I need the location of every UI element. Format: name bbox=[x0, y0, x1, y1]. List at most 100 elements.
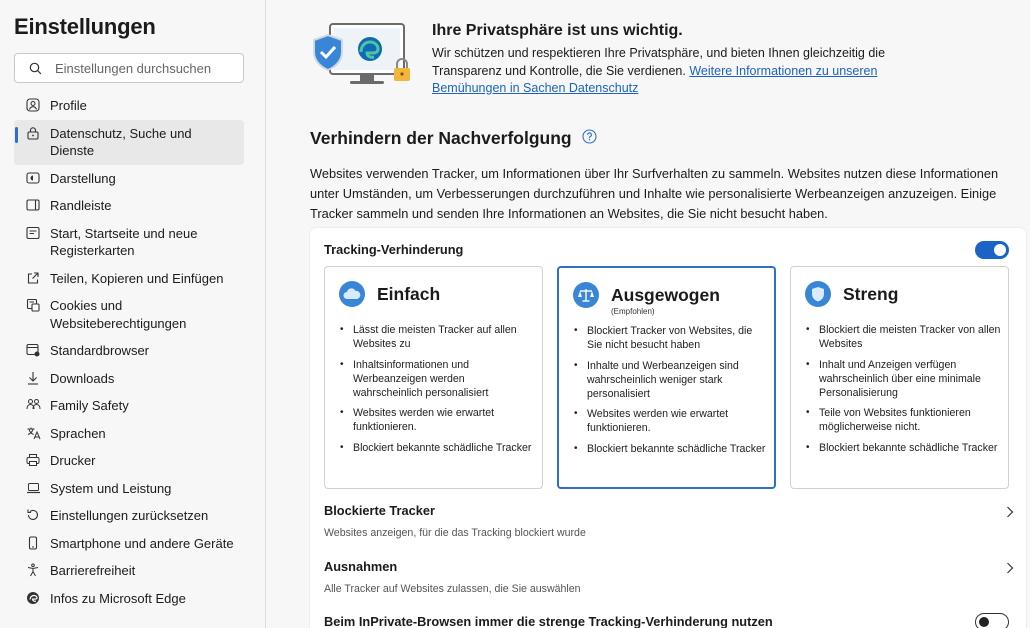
tracking-prevention-toggle[interactable] bbox=[975, 241, 1009, 259]
settings-main: Ihre Privatsphäre ist uns wichtig. Wir s… bbox=[266, 0, 1030, 628]
sidebar-item-label: Drucker bbox=[50, 453, 96, 468]
sidebar-item-default-browser[interactable]: Standardbrowser bbox=[14, 337, 244, 365]
scale-icon bbox=[573, 282, 599, 308]
row-description: Websites anzeigen, für die das Tracking … bbox=[324, 527, 586, 539]
tracking-title-text: Verhindern der Nachverfolgung bbox=[310, 128, 572, 148]
sidebar-item-label: Smartphone und andere Geräte bbox=[50, 535, 234, 551]
help-icon[interactable] bbox=[582, 128, 597, 149]
card-bullet: Blockiert Tracker von Websites, die Sie … bbox=[573, 324, 769, 352]
sidebar-item-label: Infos zu Microsoft Edge bbox=[50, 590, 186, 606]
settings-search-input[interactable] bbox=[55, 60, 235, 76]
card-title: Streng bbox=[843, 283, 899, 304]
row-title: Ausnahmen bbox=[324, 559, 398, 574]
lock-icon bbox=[24, 124, 42, 142]
share-icon bbox=[24, 269, 42, 287]
tracking-card-basic[interactable]: Einfach Lässt die meisten Tracker auf al… bbox=[324, 266, 543, 489]
accessibility-icon bbox=[24, 561, 42, 579]
settings-search-box[interactable] bbox=[14, 53, 244, 83]
sidebar-item-phone[interactable]: Smartphone und andere Geräte bbox=[14, 530, 244, 558]
card-header: Ausgewogen bbox=[573, 282, 720, 308]
home-icon bbox=[24, 224, 42, 242]
card-title: Einfach bbox=[377, 283, 441, 304]
exceptions-row[interactable]: Ausnahmen Alle Tracker auf Websites zula… bbox=[324, 559, 1014, 595]
card-bullet: Inhalte und Werbeanzeigen sind wahrschei… bbox=[573, 359, 769, 401]
sidebar-item-family[interactable]: Family Safety bbox=[14, 392, 244, 420]
appearance-icon bbox=[24, 169, 42, 187]
sidebar-item-label: Teilen, Kopieren und Einfügen bbox=[50, 270, 224, 286]
shield-icon bbox=[805, 281, 831, 307]
tracking-panel: Tracking-Verhinderung Einfach Lässt die … bbox=[310, 228, 1026, 628]
settings-nav: Profile Datenschutz, Suche und Dienste D… bbox=[14, 92, 244, 612]
sidebar-item-label: Datenschutz, Suche und Dienste bbox=[50, 125, 192, 159]
sidebar-item-share[interactable]: Teilen, Kopieren und Einfügen bbox=[14, 265, 244, 293]
sidebar-item-label: Standardbrowser bbox=[50, 343, 149, 358]
card-header: Einfach bbox=[339, 281, 440, 307]
card-bullet: Lässt die meisten Tracker auf allen Webs… bbox=[339, 323, 535, 351]
card-bullet: Blockiert bekannte schädliche Tracker bbox=[573, 442, 769, 456]
sidebar-item-cookies[interactable]: Cookies und Websiteberechtigungen bbox=[14, 292, 244, 337]
sidebar-item-profile[interactable]: Profile bbox=[14, 92, 244, 120]
sidebar-item-label: Downloads bbox=[50, 370, 115, 386]
sidebar-item-downloads[interactable]: Downloads bbox=[14, 365, 244, 393]
sidebar-item-appearance[interactable]: Darstellung bbox=[14, 165, 244, 193]
sidebar-item-label: Cookies und Websiteberechtigungen bbox=[50, 298, 187, 331]
row-title: Blockierte Tracker bbox=[324, 503, 435, 518]
sidebar-title: Einstellungen bbox=[14, 14, 156, 39]
sidebar-item-privacy[interactable]: Datenschutz, Suche und Dienste bbox=[14, 119, 244, 165]
sidebar-item-printer[interactable]: Drucker bbox=[14, 447, 244, 475]
card-bullet: Teile von Websites funktionieren möglich… bbox=[805, 406, 1001, 434]
sidebar-item-languages[interactable]: Sprachen bbox=[14, 420, 244, 448]
tracking-card-balanced[interactable]: Ausgewogen (Empfohlen) Blockiert Tracker… bbox=[557, 266, 776, 489]
card-bullet: Websites werden wie erwartet funktionier… bbox=[573, 407, 769, 435]
chevron-right-icon bbox=[1006, 561, 1014, 579]
sidebar-panel-icon bbox=[24, 196, 42, 214]
download-icon bbox=[24, 369, 42, 387]
tracking-description: Websites verwenden Tracker, um Informati… bbox=[310, 166, 999, 221]
card-bullet: Websites werden wie erwartet funktionier… bbox=[339, 406, 535, 434]
privacy-illustration bbox=[310, 22, 416, 93]
sidebar-item-label: Einstellungen zurücksetzen bbox=[50, 508, 209, 523]
sidebar-item-label: System und Leistung bbox=[50, 480, 172, 496]
tracking-card-strict[interactable]: Streng Blockiert die meisten Tracker von… bbox=[790, 266, 1009, 489]
card-bullet: Inhalt und Anzeigen verfügen wahrscheinl… bbox=[805, 358, 1001, 400]
card-bullet: Blockiert die meisten Tracker von allen … bbox=[805, 323, 1001, 351]
search-icon bbox=[15, 62, 55, 75]
tracking-section-title: Verhindern der Nachverfolgung bbox=[310, 128, 597, 149]
laptop-icon bbox=[24, 479, 42, 497]
sidebar-item-label: Family Safety bbox=[50, 398, 129, 413]
profile-icon bbox=[24, 96, 42, 114]
sidebar-item-label: Profile bbox=[50, 98, 87, 113]
sidebar-item-start[interactable]: Start, Startseite und neue Registerkarte… bbox=[14, 220, 244, 265]
sidebar-item-accessibility[interactable]: Barrierefreiheit bbox=[14, 557, 244, 585]
card-bullet: Inhaltsinformationen und Werbeanzeigen w… bbox=[339, 358, 535, 400]
card-bullet: Blockiert bekannte schädliche Tracker bbox=[805, 441, 1001, 455]
chevron-right-icon bbox=[1006, 505, 1014, 523]
card-header: Streng bbox=[805, 281, 898, 307]
privacy-intro: Wir schützen und respektieren Ihre Priva… bbox=[432, 45, 912, 98]
card-bullets: Lässt die meisten Tracker auf allen Webs… bbox=[339, 323, 535, 461]
sidebar-item-label: Darstellung bbox=[50, 170, 116, 186]
sidebar-item-label: Barrierefreiheit bbox=[50, 563, 136, 578]
card-bullet: Blockiert bekannte schädliche Tracker bbox=[339, 441, 535, 455]
blocked-trackers-row[interactable]: Blockierte Tracker Websites anzeigen, fü… bbox=[324, 503, 1014, 539]
sidebar-item-reset[interactable]: Einstellungen zurücksetzen bbox=[14, 502, 244, 530]
sidebar-item-sidebar[interactable]: Randleiste bbox=[14, 192, 244, 220]
inprivate-strict-row: Beim InPrivate-Browsen immer die strenge… bbox=[324, 614, 1014, 628]
recommended-label: (Empfohlen) bbox=[611, 307, 655, 316]
tracking-prevention-label: Tracking-Verhinderung bbox=[324, 242, 464, 257]
inprivate-strict-toggle[interactable] bbox=[975, 613, 1009, 628]
sidebar-item-about[interactable]: Infos zu Microsoft Edge bbox=[14, 585, 244, 613]
row-title: Beim InPrivate-Browsen immer die strenge… bbox=[324, 614, 773, 628]
sidebar-item-label: Sprachen bbox=[50, 425, 106, 441]
sidebar-item-label: Randleiste bbox=[50, 198, 112, 213]
row-description: Alle Tracker auf Websites zulassen, die … bbox=[324, 583, 581, 595]
edge-icon bbox=[24, 589, 42, 607]
sidebar-item-system[interactable]: System und Leistung bbox=[14, 475, 244, 503]
cookies-icon bbox=[24, 296, 42, 314]
phone-icon bbox=[24, 534, 42, 552]
browser-icon bbox=[24, 341, 42, 359]
privacy-heading: Ihre Privatsphäre ist uns wichtig. bbox=[432, 22, 683, 39]
card-bullets: Blockiert die meisten Tracker von allen … bbox=[805, 323, 1001, 461]
cloud-icon bbox=[339, 281, 365, 307]
card-title: Ausgewogen bbox=[611, 284, 720, 305]
